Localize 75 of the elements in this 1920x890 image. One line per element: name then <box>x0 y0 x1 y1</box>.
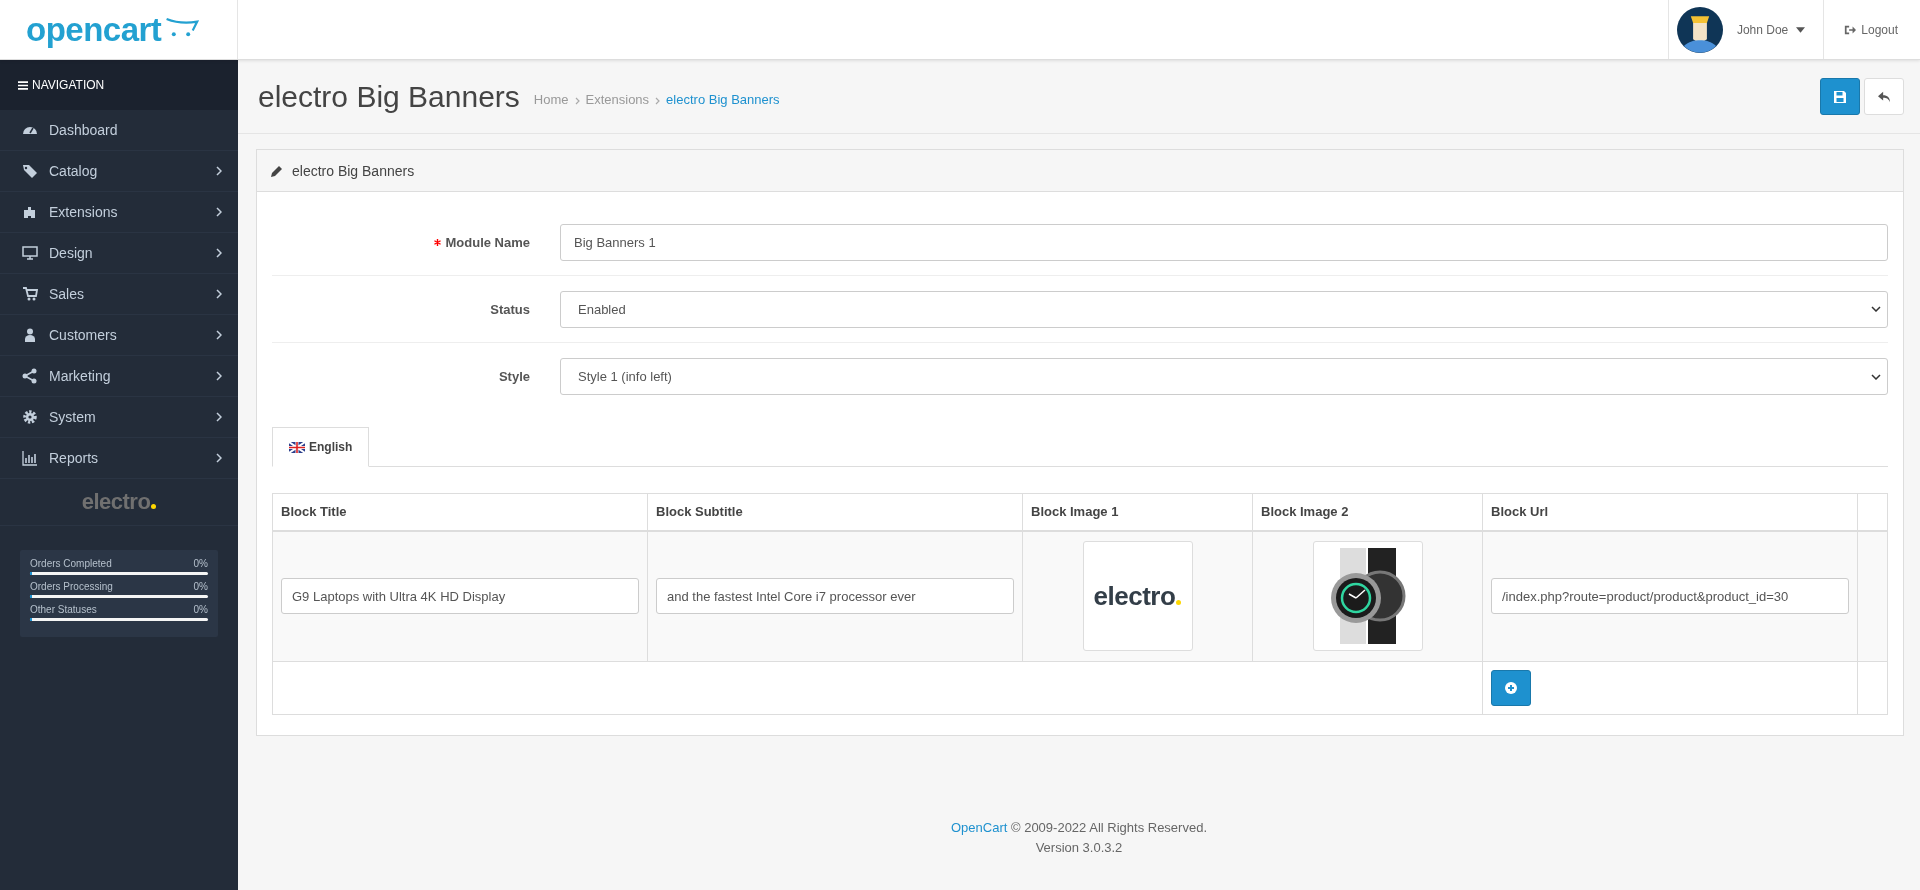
chevron-down-icon <box>1871 373 1881 380</box>
stat-label: Other Statuses <box>30 604 97 615</box>
panel-title: electro Big Banners <box>292 162 415 179</box>
sidebar-item[interactable]: Reports <box>0 438 238 479</box>
navigation-title: NAVIGATION <box>32 78 105 92</box>
settings-icon <box>22 409 38 425</box>
sidebar-item[interactable]: Sales <box>0 274 238 315</box>
text-field[interactable]: and the fastest Intel Core i7 processor ever <box>656 578 1014 615</box>
text-field[interactable]: /index.php?route=product/product&product_id=30 <box>1491 578 1849 615</box>
cart-icon <box>22 286 38 302</box>
avatar <box>1676 6 1723 53</box>
dot-icon <box>151 504 157 509</box>
flag-icon <box>289 441 305 453</box>
logout-link[interactable]: Logout <box>1824 0 1920 59</box>
field-label: Module Name <box>445 234 530 250</box>
back-button[interactable] <box>1864 78 1904 115</box>
chevron-right-icon <box>216 289 222 299</box>
asterisk-icon <box>434 238 442 246</box>
sidebar-item[interactable]: Customers <box>0 315 238 356</box>
column-header: Block Image 2 <box>1252 493 1483 531</box>
text-field[interactable]: G9 Laptops with Ultra 4K HD Display <box>281 578 639 615</box>
reply-arrow-icon <box>1878 90 1890 103</box>
plus-circle-icon <box>1505 682 1517 694</box>
chevron-right-icon <box>216 453 222 463</box>
user-menu-button[interactable]: John Doe <box>1736 22 1806 37</box>
version-text: Version 3.0.3.2 <box>1034 839 1124 857</box>
language-tab[interactable]: English <box>272 427 370 467</box>
chevron-right-icon <box>216 207 222 217</box>
chevron-right-icon <box>216 248 222 258</box>
caret-icon <box>1796 26 1806 33</box>
column-header: Block Subtitle <box>647 493 1023 531</box>
stat-value: 0% <box>193 604 208 615</box>
chevron-down-icon <box>1871 306 1881 312</box>
stat-value: 0% <box>193 581 208 592</box>
chevron-right-icon <box>216 330 222 340</box>
user-icon <box>22 327 38 343</box>
sidebar-item[interactable]: Design <box>0 233 238 274</box>
sidebar-item[interactable]: Marketing <box>0 356 238 397</box>
pencil-icon <box>271 164 283 177</box>
select-field[interactable]: Enabled <box>560 290 1888 328</box>
monitor-icon <box>22 245 38 261</box>
chevron-right-icon <box>574 96 580 105</box>
tag-icon <box>22 163 38 179</box>
electro-logo: electro <box>1093 580 1176 612</box>
sidebar-item[interactable]: Catalog <box>0 151 238 192</box>
field-label: Style <box>498 369 530 384</box>
puzzle-icon <box>22 204 38 220</box>
stat-label: Orders Completed <box>30 558 112 569</box>
cart-logo-icon <box>163 15 200 38</box>
text-field[interactable]: Big Banners 1 <box>560 223 1888 261</box>
column-header: Block Url <box>1482 493 1858 531</box>
page-title: electro Big Banners <box>258 79 520 114</box>
stat-label: Orders Processing <box>30 581 113 592</box>
chevron-right-icon <box>216 166 222 176</box>
column-header: Block Title <box>272 493 648 531</box>
sidebar-item[interactable]: Dashboard <box>0 110 238 151</box>
chevron-right-icon <box>216 371 222 381</box>
select-field[interactable]: Style 1 (info left) <box>560 358 1888 395</box>
save-button[interactable] <box>1820 78 1860 115</box>
share-icon <box>22 368 38 384</box>
bar-chart-icon <box>22 450 38 466</box>
add-button[interactable] <box>1491 670 1531 706</box>
electro-logo: electro <box>81 489 151 515</box>
chevron-right-icon <box>216 412 222 422</box>
column-header: Block Image 1 <box>1022 493 1253 531</box>
stat-value: 0% <box>193 558 208 569</box>
sidebar-item[interactable]: System <box>0 397 238 438</box>
dot-icon <box>1176 599 1182 605</box>
copyright-text: © 2009-2022 All Rights Reserved. <box>1009 820 1207 835</box>
sidebar-item[interactable]: Extensions <box>0 192 238 233</box>
field-label: Status <box>490 301 530 317</box>
chevron-right-icon <box>655 96 661 105</box>
menu-icon <box>18 80 28 90</box>
sign-out-icon <box>1844 23 1857 36</box>
image-thumbnail[interactable]: electro <box>1082 541 1193 652</box>
